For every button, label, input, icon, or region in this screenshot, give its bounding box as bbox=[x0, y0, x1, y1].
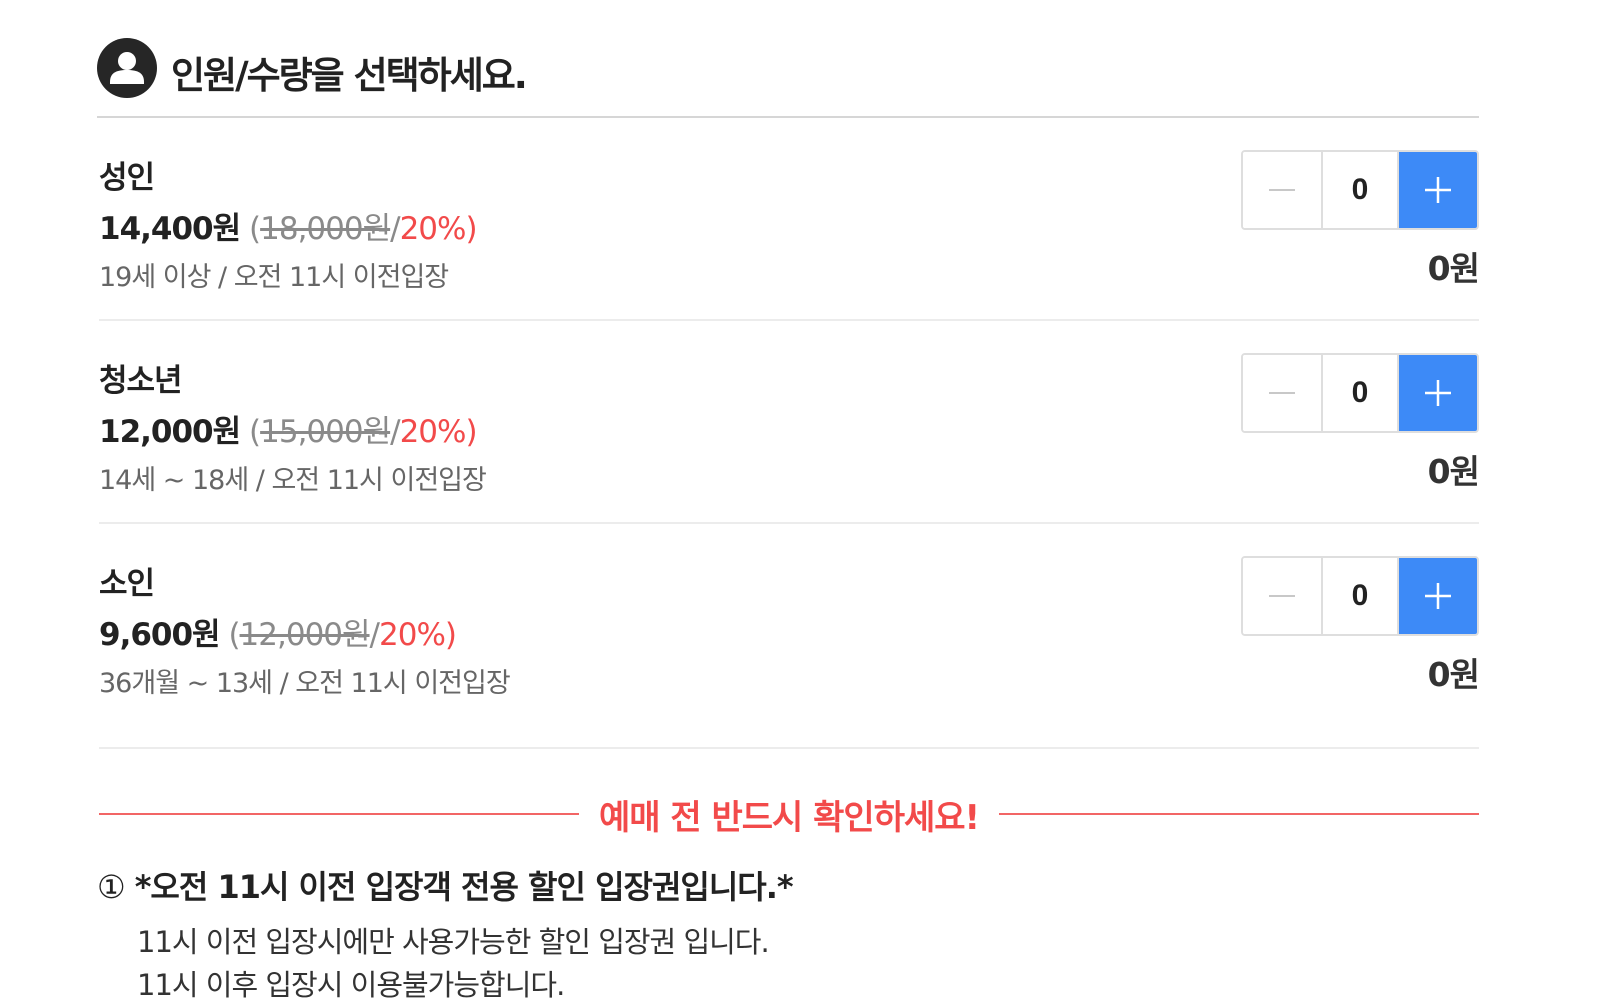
row-subtotal: 0원 bbox=[1427, 452, 1480, 491]
quantity-stepper: 0 bbox=[1241, 150, 1479, 230]
discount-rate: 20%) bbox=[379, 617, 457, 653]
ticket-description: 36개월 ~ 13세 / 오전 11시 이전입장 bbox=[99, 668, 511, 699]
notice-line: 11시 이후 입장시 이용불가능합니다. bbox=[137, 968, 565, 998]
quantity-stepper: 0 bbox=[1241, 556, 1479, 636]
quantity-stepper: 0 bbox=[1241, 353, 1479, 433]
notice-item-number: ① bbox=[97, 868, 126, 906]
ticket-price: 9,600원 (12,000원/20%) bbox=[99, 609, 457, 654]
notice-divider: 예매 전 반드시 확인하세요! bbox=[99, 792, 1480, 838]
discount-rate-value: 20% bbox=[379, 617, 446, 653]
decrease-button[interactable] bbox=[1243, 152, 1321, 228]
ticket-name: 소인 bbox=[99, 566, 155, 602]
notice-line: 11시 이전 입장시에만 사용가능한 할인 입장권 입니다. bbox=[137, 925, 770, 959]
quantity-value[interactable]: 0 bbox=[1320, 152, 1400, 228]
divider-line-right bbox=[999, 813, 1480, 815]
ticket-price: 14,400원 (18,000원/20%) bbox=[99, 203, 478, 248]
sale-price: 14,400원 bbox=[99, 211, 241, 247]
ticket-quantity-page: 인원/수량을 선택하세요. 성인 14,400원 (18,000원/20%) 1… bbox=[0, 0, 1610, 998]
original-price: 18,000원 bbox=[260, 211, 391, 247]
discount-rate: 20%) bbox=[399, 211, 478, 247]
divider-line-left bbox=[99, 813, 579, 815]
ticket-name: 성인 bbox=[99, 160, 155, 196]
price-separator: / bbox=[390, 211, 401, 247]
ticket-row-child: 소인 9,600원 (12,000원/20%) 36개월 ~ 13세 / 오전 … bbox=[99, 524, 1480, 749]
discount-rate-value: 20% bbox=[399, 211, 467, 247]
minus-icon bbox=[1268, 189, 1295, 191]
notice-item-heading: ① *오전 11시 이전 입장객 전용 할인 입장권입니다.* bbox=[97, 862, 794, 908]
ticket-description: 19세 이상 / 오전 11시 이전입장 bbox=[99, 262, 449, 293]
row-subtotal: 0원 bbox=[1427, 249, 1480, 288]
discount-rate-value: 20% bbox=[399, 414, 467, 450]
minus-icon bbox=[1268, 595, 1295, 597]
sale-price: 9,600원 bbox=[99, 617, 221, 653]
increase-button[interactable] bbox=[1399, 152, 1477, 228]
increase-button[interactable] bbox=[1399, 558, 1477, 634]
original-price: 15,000원 bbox=[260, 414, 391, 450]
price-paren-open: ( bbox=[228, 617, 240, 653]
quantity-value[interactable]: 0 bbox=[1320, 355, 1400, 431]
plus-icon bbox=[1425, 177, 1451, 203]
ticket-description: 14세 ~ 18세 / 오전 11시 이전입장 bbox=[99, 465, 487, 496]
ticket-row-adult: 성인 14,400원 (18,000원/20%) 19세 이상 / 오전 11시… bbox=[99, 118, 1480, 321]
quantity-value[interactable]: 0 bbox=[1320, 558, 1400, 634]
section-title: 인원/수량을 선택하세요. bbox=[171, 54, 528, 97]
ticket-name: 청소년 bbox=[99, 363, 183, 399]
notice-item-title: *오전 11시 이전 입장객 전용 할인 입장권입니다.* bbox=[134, 868, 794, 906]
decrease-button[interactable] bbox=[1243, 558, 1321, 634]
discount-rate: 20%) bbox=[399, 414, 478, 450]
user-icon bbox=[97, 38, 157, 98]
minus-icon bbox=[1268, 392, 1295, 394]
ticket-row-youth: 청소년 12,000원 (15,000원/20%) 14세 ~ 18세 / 오전… bbox=[99, 321, 1480, 524]
notice-title: 예매 전 반드시 확인하세요! bbox=[598, 797, 980, 838]
plus-icon bbox=[1425, 380, 1451, 406]
price-separator: / bbox=[369, 617, 381, 653]
plus-icon bbox=[1425, 583, 1451, 609]
sale-price: 12,000원 bbox=[99, 414, 241, 450]
ticket-price: 12,000원 (15,000원/20%) bbox=[99, 406, 478, 451]
original-price: 12,000원 bbox=[239, 617, 371, 653]
increase-button[interactable] bbox=[1399, 355, 1477, 431]
decrease-button[interactable] bbox=[1243, 355, 1321, 431]
row-subtotal: 0원 bbox=[1427, 655, 1480, 694]
price-separator: / bbox=[390, 414, 401, 450]
price-paren-open: ( bbox=[249, 211, 261, 247]
price-paren-open: ( bbox=[249, 414, 261, 450]
section-header: 인원/수량을 선택하세요. bbox=[97, 38, 1479, 118]
